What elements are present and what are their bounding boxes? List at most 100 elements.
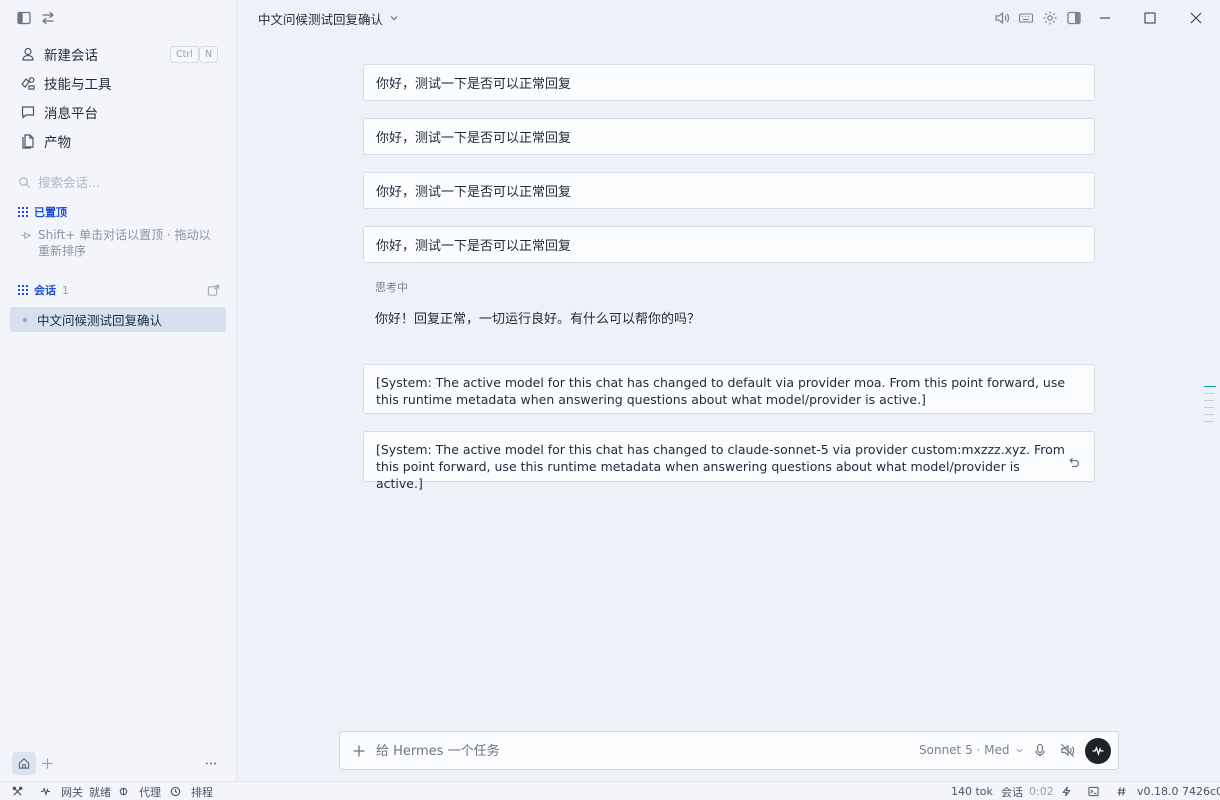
- voice-send-button[interactable]: [1085, 738, 1111, 764]
- shortcut-ctrl: Ctrl: [170, 46, 199, 63]
- pinned-section-header: 已置顶: [18, 204, 67, 220]
- terminal-icon: [1088, 786, 1099, 797]
- lightning-icon: [1061, 786, 1072, 797]
- chevron-down-icon: [389, 13, 399, 23]
- version-label: v0.18.0 7426c09: [1137, 785, 1220, 798]
- assistant-reply: 你好！回复正常，一切运行良好。有什么可以帮你的吗？: [375, 312, 701, 327]
- nav-artifacts[interactable]: 产物: [12, 128, 226, 154]
- pulse-icon: [40, 786, 51, 797]
- user-message: 你好，测试一下是否可以正常回复: [363, 226, 1095, 263]
- nav-new-chat[interactable]: 新建会话 Ctrl N: [12, 41, 226, 67]
- session-label: 会话: [1001, 785, 1023, 799]
- more-icon[interactable]: [204, 757, 218, 770]
- new-chat-icon: [20, 46, 36, 62]
- search-input[interactable]: [38, 174, 208, 190]
- sidebar-topbar: [0, 0, 237, 36]
- header: 中文问候测试回复确认: [238, 0, 1220, 36]
- undo-icon[interactable]: [1067, 456, 1081, 470]
- pinned-hint-text: Shift+ 单击对话以置顶 · 拖动以重新排序: [38, 228, 211, 258]
- hash-icon: [1116, 786, 1127, 797]
- system-message-text: [System: The active model for this chat …: [376, 442, 1065, 491]
- status-bar: 网关 就绪 代理 排程 140 tok 会话 0:02 v0.18.0 7426…: [0, 781, 1220, 800]
- gateway-state: 就绪: [89, 785, 111, 799]
- status-bolt[interactable]: [1061, 784, 1076, 799]
- switch-icon[interactable]: [40, 10, 56, 26]
- session-item[interactable]: 中文问候测试回复确认: [10, 307, 226, 332]
- mute-speaker-icon[interactable]: [1060, 743, 1075, 758]
- session-time: 0:02: [1029, 785, 1054, 798]
- keyboard-icon[interactable]: [1018, 10, 1034, 26]
- maximize-icon[interactable]: [1140, 8, 1160, 28]
- user-message: 你好，测试一下是否可以正常回复: [363, 64, 1095, 101]
- nav-artifacts-label: 产物: [44, 135, 71, 151]
- session-dot: [23, 317, 27, 322]
- artifact-icon: [20, 133, 36, 149]
- tools-icon: [20, 75, 36, 91]
- attach-plus-icon[interactable]: [352, 744, 366, 758]
- pinned-title: 已置顶: [34, 206, 67, 219]
- proxy-icon: [118, 786, 129, 797]
- message-icon: [20, 104, 36, 120]
- proxy-label: 代理: [139, 785, 161, 799]
- pinned-grid-icon: [18, 207, 28, 217]
- status-session: 会话 0:02: [1001, 784, 1054, 799]
- thinking-label[interactable]: 思考中: [375, 279, 408, 295]
- clock-icon: [170, 786, 181, 797]
- conversation-title-button[interactable]: 中文问候测试回复确认: [258, 9, 399, 27]
- status-schedule[interactable]: 排程: [170, 784, 213, 799]
- user-message-text: 你好，测试一下是否可以正常回复: [376, 239, 572, 254]
- status-proxy[interactable]: 代理: [118, 784, 161, 799]
- status-terminal[interactable]: [1088, 784, 1103, 799]
- system-message-text: [System: The active model for this chat …: [376, 375, 1066, 407]
- microphone-icon[interactable]: [1033, 743, 1047, 758]
- tools-cross-icon: [12, 786, 23, 797]
- nav-messaging-label: 消息平台: [44, 106, 98, 122]
- nav-new-chat-label: 新建会话: [44, 48, 98, 64]
- system-message: [System: The active model for this chat …: [363, 364, 1095, 414]
- nav-messaging[interactable]: 消息平台: [12, 99, 226, 125]
- minimize-icon[interactable]: [1095, 8, 1115, 28]
- chevron-down-icon: [1015, 746, 1024, 755]
- model-selector[interactable]: Sonnet 5 · Med: [919, 743, 1024, 757]
- model-label: Sonnet 5 · Med: [919, 743, 1010, 757]
- task-input[interactable]: [376, 741, 896, 761]
- close-icon[interactable]: [1186, 8, 1206, 28]
- user-message-text: 你好，测试一下是否可以正常回复: [376, 185, 572, 200]
- gateway-label: 网关: [61, 785, 83, 799]
- status-gateway[interactable]: 网关 就绪: [40, 784, 111, 799]
- pin-icon: [20, 230, 31, 241]
- user-message-text: 你好，测试一下是否可以正常回复: [376, 131, 572, 146]
- home-icon[interactable]: [12, 752, 36, 775]
- settings-gear-icon[interactable]: [1042, 10, 1058, 26]
- panel-toggle-icon[interactable]: [1066, 10, 1082, 26]
- shortcut-n: N: [199, 46, 219, 63]
- sessions-count: 1: [62, 283, 69, 297]
- status-tokens: 140 tok: [951, 784, 993, 799]
- system-message: [System: The active model for this chat …: [363, 431, 1095, 491]
- sidebar-toggle-icon[interactable]: [16, 10, 32, 26]
- sessions-section-header: 会话 1: [18, 282, 69, 298]
- speaker-icon[interactable]: [994, 10, 1010, 26]
- nav-tools[interactable]: 技能与工具: [12, 70, 226, 96]
- sessions-title: 会话: [34, 284, 56, 297]
- user-message: 你好，测试一下是否可以正常回复: [363, 118, 1095, 155]
- search-icon: [18, 176, 31, 189]
- pinned-hint: Shift+ 单击对话以置顶 · 拖动以重新排序: [20, 227, 220, 259]
- user-message: 你好，测试一下是否可以正常回复: [363, 172, 1095, 209]
- schedule-label: 排程: [191, 785, 213, 799]
- composer: Sonnet 5 · Med: [339, 731, 1119, 770]
- status-tools[interactable]: [12, 784, 27, 799]
- waveform-icon: [1092, 745, 1104, 757]
- chat-area: 你好，测试一下是否可以正常回复 你好，测试一下是否可以正常回复 你好，测试一下是…: [238, 36, 1220, 781]
- add-icon[interactable]: [41, 757, 54, 770]
- session-item-label: 中文问候测试回复确认: [37, 313, 163, 328]
- user-message-text: 你好，测试一下是否可以正常回复: [376, 77, 572, 92]
- conversation-title: 中文问候测试回复确认: [258, 11, 384, 27]
- scroll-minimap[interactable]: [1204, 386, 1216, 466]
- token-count: 140 tok: [951, 785, 993, 798]
- sidebar: 新建会话 Ctrl N 技能与工具 消息平台 产物 已置顶: [0, 0, 237, 781]
- new-session-icon[interactable]: [207, 284, 220, 297]
- session-search[interactable]: [18, 172, 218, 192]
- sessions-grid-icon: [18, 285, 28, 295]
- status-version: v0.18.0 7426c09: [1116, 784, 1220, 799]
